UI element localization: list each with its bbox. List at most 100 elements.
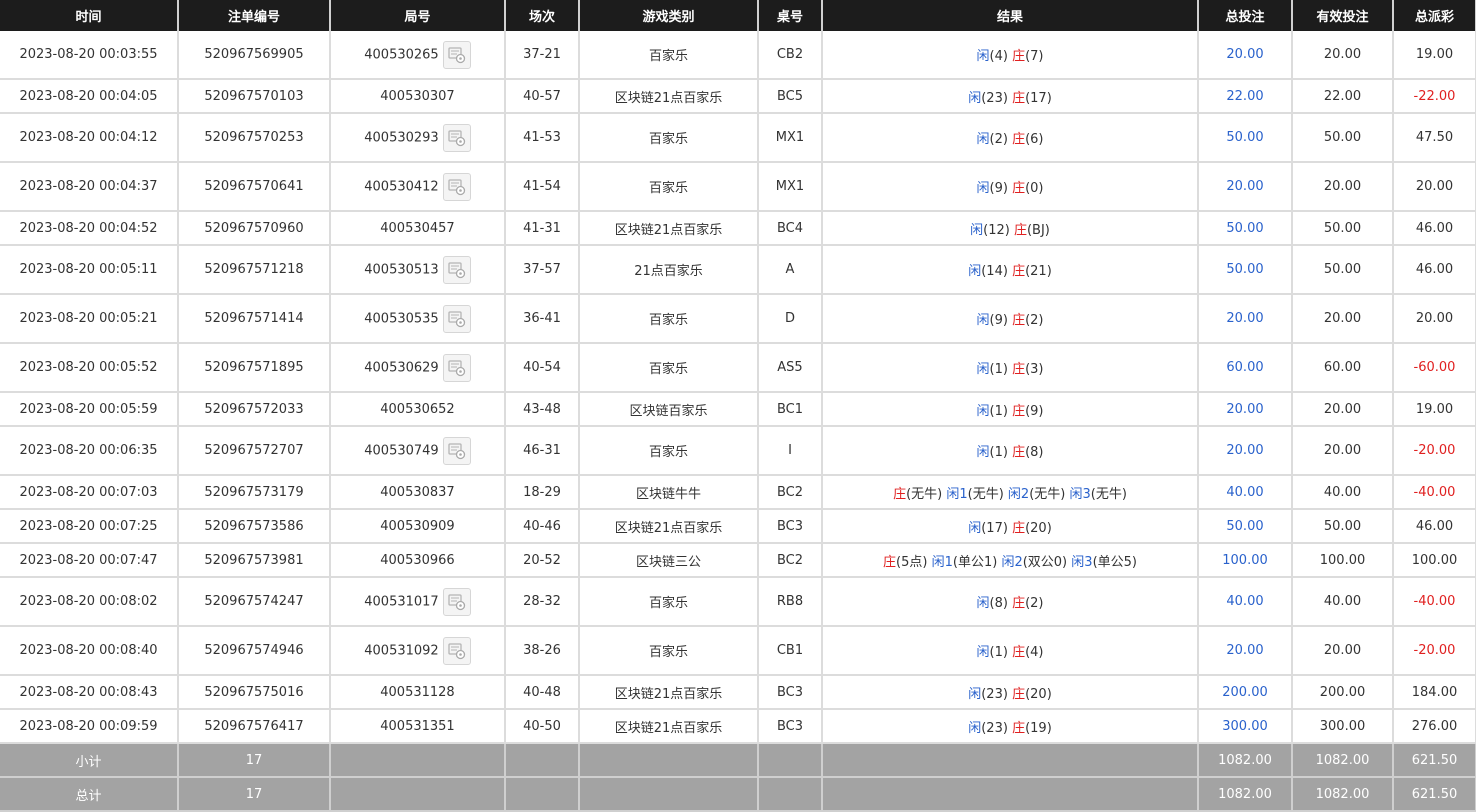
cell-result: 闲(23) 庄(20) (822, 675, 1199, 710)
round-id: 400531092 (364, 643, 439, 658)
result-banker-label: 庄 (1012, 720, 1026, 736)
cell-table-no: BC2 (758, 475, 823, 510)
cell-round-id: 400530629 (330, 343, 506, 393)
cell-total-payout: -20.00 (1393, 626, 1476, 676)
cell-time: 2023-08-20 00:05:21 (0, 294, 179, 344)
cell-result: 闲(9) 庄(0) (822, 162, 1199, 212)
result-banker-label: 庄 (883, 554, 897, 570)
cell-table-no: BC5 (758, 79, 823, 114)
replay-video-icon[interactable] (442, 172, 471, 201)
result-value: (14) (981, 264, 1013, 279)
bet-records-table: 时间 注单编号 局号 场次 游戏类别 桌号 结果 总投注 有效投注 总派彩 20… (0, 0, 1476, 812)
cell-game-type: 区块链21点百家乐 (579, 675, 759, 710)
cell-table-no: RB8 (758, 577, 823, 627)
cell-game-type: 区块链21点百家乐 (579, 79, 759, 114)
cell-round-id: 400531092 (330, 626, 506, 676)
cell-time: 2023-08-20 00:09:59 (0, 709, 179, 744)
cell-round-id: 400530837 (330, 475, 506, 510)
cell-valid-bet: 40.00 (1292, 577, 1394, 627)
cell-valid-bet: 20.00 (1292, 294, 1394, 344)
table-row: 2023-08-20 00:04:12 520967570253 400530293… (0, 113, 1476, 163)
cell-total-bet: 20.00 (1198, 162, 1293, 212)
result-banker-label: 庄 (1012, 181, 1026, 196)
result-value: (9) (989, 313, 1013, 328)
cell-total-bet: 50.00 (1198, 211, 1293, 246)
result-value: (8) (989, 596, 1013, 611)
cell-total-payout: -40.00 (1393, 475, 1476, 510)
result-value: (6) (1025, 132, 1044, 147)
cell-table-no: BC4 (758, 211, 823, 246)
cell-total-bet: 20.00 (1198, 31, 1293, 80)
cell-session: 28-32 (505, 577, 580, 627)
cell-result: 闲(1) 庄(3) (822, 343, 1199, 393)
cell-total-bet: 50.00 (1198, 245, 1293, 295)
cell-time: 2023-08-20 00:07:47 (0, 543, 179, 578)
replay-video-icon[interactable] (442, 304, 471, 333)
cell-time: 2023-08-20 00:04:12 (0, 113, 179, 163)
result-banker-label: 庄 (1012, 686, 1026, 702)
cell-result: 闲(17) 庄(20) (822, 509, 1199, 544)
cell-total-payout: 100.00 (1393, 543, 1476, 578)
replay-video-icon[interactable] (442, 123, 471, 152)
table-row: 2023-08-20 00:07:25 520967573586 400530909… (0, 509, 1476, 544)
cell-result: 闲(4) 庄(7) (822, 31, 1199, 80)
cell-total-payout: -20.00 (1393, 426, 1476, 476)
cell-table-no: BC1 (758, 392, 823, 427)
replay-video-icon[interactable] (442, 636, 471, 665)
cell-time: 2023-08-20 00:04:05 (0, 79, 179, 114)
replay-video-icon[interactable] (442, 255, 471, 284)
table-row: 2023-08-20 00:08:43 520967575016 400531128… (0, 675, 1476, 710)
replay-video-icon[interactable] (442, 353, 471, 382)
round-id: 400530307 (380, 88, 455, 104)
cell-result: 闲(1) 庄(8) (822, 426, 1199, 476)
replay-video-icon[interactable] (442, 587, 471, 616)
cell-session: 20-52 (505, 543, 580, 578)
cell-round-id: 400530652 (330, 392, 506, 427)
cell-total-payout: -22.00 (1393, 79, 1476, 114)
result-player-label: 闲 (976, 313, 990, 328)
cell-game-type: 百家乐 (579, 113, 759, 163)
result-player-label: 闲 (970, 222, 984, 238)
replay-video-icon[interactable] (442, 40, 471, 69)
cell-valid-bet: 50.00 (1292, 509, 1394, 544)
result-value: (5点) (896, 554, 932, 570)
subtotal-payout: 621.50 (1393, 743, 1476, 778)
cell-order-id: 520967570960 (178, 211, 331, 246)
cell-result: 闲(9) 庄(2) (822, 294, 1199, 344)
cell-order-id: 520967573179 (178, 475, 331, 510)
table-row: 2023-08-20 00:08:02 520967574247 400531017… (0, 577, 1476, 627)
cell-result: 闲(1) 庄(9) (822, 392, 1199, 427)
cell-order-id: 520967573586 (178, 509, 331, 544)
cell-session: 40-57 (505, 79, 580, 114)
cell-result: 闲(2) 庄(6) (822, 113, 1199, 163)
cell-total-payout: 20.00 (1393, 162, 1476, 212)
result-banker-label: 庄 (1013, 222, 1027, 238)
cell-total-payout: -40.00 (1393, 577, 1476, 627)
cell-total-bet: 200.00 (1198, 675, 1293, 710)
result-value: (9) (989, 181, 1013, 196)
cell-valid-bet: 60.00 (1292, 343, 1394, 393)
cell-valid-bet: 20.00 (1292, 392, 1394, 427)
col-header-time: 时间 (0, 0, 179, 31)
cell-result: 庄(无牛) 闲1(无牛) 闲2(无牛) 闲3(无牛) (822, 475, 1199, 510)
result-value: (12) (983, 222, 1014, 238)
cell-result: 闲(23) 庄(19) (822, 709, 1199, 744)
cell-session: 36-41 (505, 294, 580, 344)
cell-order-id: 520967575016 (178, 675, 331, 710)
table-row: 2023-08-20 00:05:11 520967571218 400530513… (0, 245, 1476, 295)
replay-video-icon[interactable] (442, 436, 471, 465)
round-id: 400530265 (364, 47, 439, 62)
result-value: (无牛) (906, 486, 947, 502)
cell-time: 2023-08-20 00:07:25 (0, 509, 179, 544)
result-value: (4) (989, 49, 1013, 64)
cell-order-id: 520967569905 (178, 31, 331, 80)
cell-total-bet: 300.00 (1198, 709, 1293, 744)
total-valid-bet: 1082.00 (1292, 777, 1394, 812)
cell-result: 闲(8) 庄(2) (822, 577, 1199, 627)
cell-time: 2023-08-20 00:03:55 (0, 31, 179, 80)
cell-time: 2023-08-20 00:06:35 (0, 426, 179, 476)
round-id: 400530412 (364, 179, 439, 194)
cell-order-id: 520967572707 (178, 426, 331, 476)
result-value: (单公1) (952, 554, 1002, 570)
col-header-round-id: 局号 (330, 0, 506, 31)
